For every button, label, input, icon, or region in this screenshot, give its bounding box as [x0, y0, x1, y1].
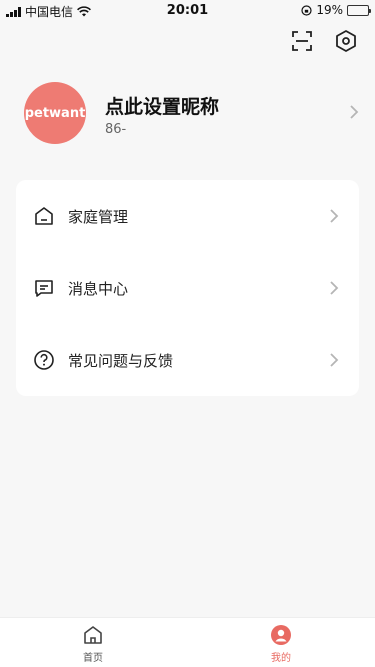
avatar-logo-text: petwant: [24, 105, 86, 121]
tab-home[interactable]: 首页: [43, 624, 143, 666]
menu-item-label: 家庭管理: [68, 207, 129, 226]
status-right: 19%: [301, 3, 371, 17]
tab-label: 我的: [271, 653, 291, 664]
tab-label: 首页: [83, 653, 103, 664]
chevron-right-icon: [330, 281, 339, 295]
settings-button[interactable]: [335, 30, 357, 52]
menu-card: 家庭管理 消息中心 常见问题与反馈: [16, 180, 359, 396]
help-circle-icon: [34, 350, 54, 370]
menu-item-label: 常见问题与反馈: [68, 351, 174, 370]
scan-button[interactable]: [291, 30, 313, 52]
menu-item-label: 消息中心: [68, 279, 129, 298]
message-icon: [35, 280, 53, 297]
user-icon: [271, 625, 291, 645]
orientation-lock-icon: [301, 4, 312, 16]
battery-icon: [347, 4, 371, 16]
profile-header[interactable]: petwant 点此设置昵称 86-: [24, 82, 359, 146]
phone-number: 86-: [105, 122, 127, 137]
home-icon: [84, 626, 102, 644]
tab-mine[interactable]: 我的: [231, 624, 331, 666]
battery-percent: 19%: [316, 3, 343, 17]
top-actions: [291, 30, 357, 52]
tab-bar: 首页 我的: [0, 617, 375, 667]
menu-item-family[interactable]: 家庭管理: [16, 180, 359, 252]
menu-item-faq[interactable]: 常见问题与反馈: [16, 324, 359, 396]
home-outline-icon: [35, 207, 53, 225]
chevron-right-icon: [350, 105, 359, 119]
menu-item-messages[interactable]: 消息中心: [16, 252, 359, 324]
nickname-label: 点此设置昵称: [105, 96, 220, 118]
chevron-right-icon: [330, 353, 339, 367]
settings-hexagon-icon: [336, 30, 356, 52]
status-bar: 中国电信 20:01 19%: [0, 0, 375, 20]
scan-icon: [292, 31, 312, 51]
avatar[interactable]: petwant: [24, 82, 86, 144]
chevron-right-icon: [330, 209, 339, 223]
